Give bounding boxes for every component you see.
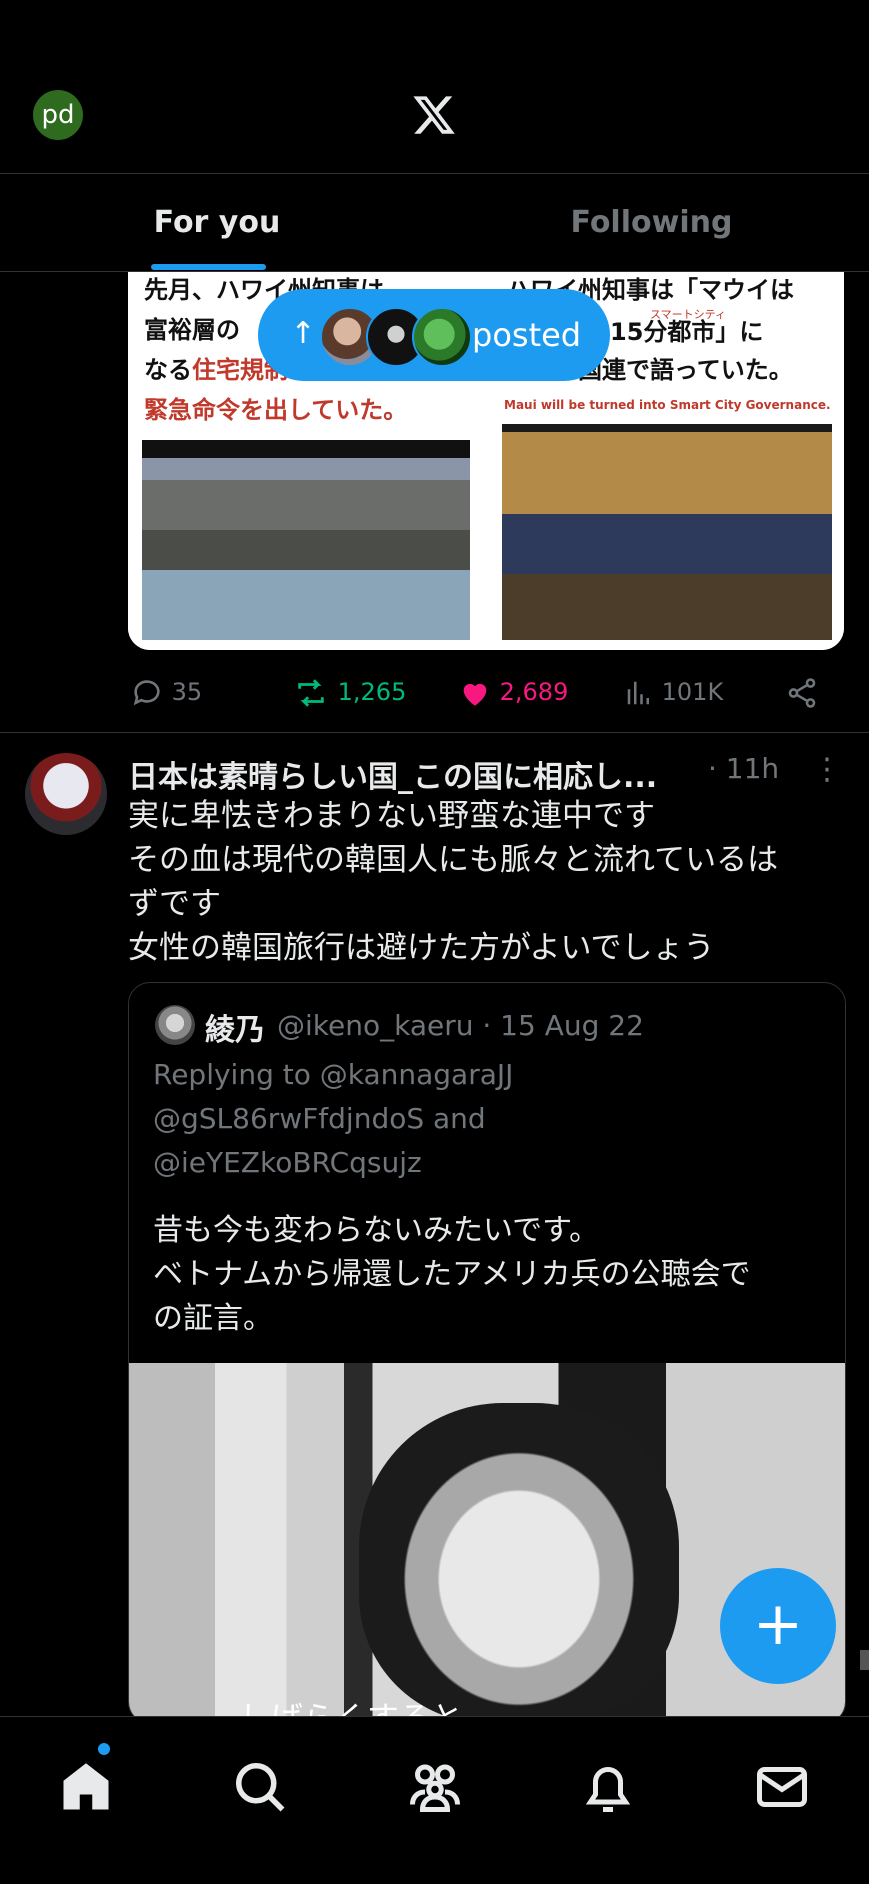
tab-for-you[interactable]: For you bbox=[0, 174, 434, 272]
top-app-bar: pd bbox=[0, 0, 869, 173]
avatar bbox=[412, 307, 472, 367]
image-text: 富裕層の bbox=[144, 316, 240, 344]
share-button[interactable] bbox=[785, 670, 819, 714]
messages-icon[interactable] bbox=[752, 1757, 812, 1817]
tab-following[interactable]: Following bbox=[434, 174, 869, 272]
view-count: 101K bbox=[661, 678, 724, 706]
replying-line: @ieYEZkoBRCqsujz bbox=[153, 1146, 422, 1179]
author-name[interactable]: 日本は素晴らしい国_この国に相応し... bbox=[128, 752, 657, 796]
x-logo-icon bbox=[413, 96, 455, 134]
quoted-tweet-text: 昔も今も変わらないみたいです。 ベトナムから帰還したアメリカ兵の公聴会で の証言… bbox=[153, 1209, 833, 1341]
scroll-handle[interactable] bbox=[860, 1650, 869, 1670]
tweet-line: 実に卑怯きわまりない野蛮な連中です bbox=[128, 798, 655, 834]
like-button[interactable]: 2,689 bbox=[458, 670, 568, 714]
reply-icon bbox=[133, 680, 160, 706]
tweet-text: 実に卑怯きわまりない野蛮な連中です その血は現代の韓国人にも脈々と流れているは … bbox=[128, 794, 838, 970]
replying-line: @gSL86rwFfdjndoS and bbox=[153, 1102, 486, 1135]
share-icon bbox=[788, 678, 816, 708]
search-icon[interactable] bbox=[230, 1757, 290, 1817]
image-text: 緊急命令を出していた。 bbox=[144, 396, 408, 424]
heart-icon bbox=[463, 683, 487, 706]
tweet-line: その血は現代の韓国人にも脈々と流れているは bbox=[128, 842, 779, 878]
quote-line: ベトナムから帰還したアメリカ兵の公聴会で bbox=[153, 1257, 751, 1292]
video-frame bbox=[359, 1403, 679, 1723]
un-meeting-photo bbox=[502, 424, 832, 640]
image-text: 15分都市」に bbox=[610, 318, 764, 346]
quote-line: の証言。 bbox=[153, 1301, 273, 1336]
like-count: 2,689 bbox=[499, 678, 569, 706]
notifications-icon[interactable] bbox=[578, 1757, 638, 1817]
reply-count: 35 bbox=[171, 678, 203, 706]
compose-button[interactable]: + bbox=[720, 1568, 836, 1684]
bottom-nav bbox=[0, 1716, 869, 1884]
repost-button[interactable]: 1,265 bbox=[292, 670, 406, 714]
views-button[interactable]: 101K bbox=[624, 670, 723, 714]
active-tab-indicator bbox=[151, 264, 266, 270]
quoted-author-handle: @ikeno_kaeru · 15 Aug 22 bbox=[277, 1009, 644, 1042]
quoted-author-name: 綾乃 bbox=[205, 1013, 265, 1048]
quoted-video[interactable]: しばらくすると bbox=[129, 1363, 845, 1723]
reply-button[interactable]: 35 bbox=[130, 670, 202, 714]
tweet-line: 女性の韓国旅行は避けた方がよいでしょう bbox=[128, 930, 715, 966]
pill-label: posted bbox=[472, 316, 582, 354]
repost-icon bbox=[298, 679, 324, 707]
quote-line: 昔も今も変わらないみたいです。 bbox=[153, 1213, 600, 1248]
new-posts-pill[interactable]: ↑ posted bbox=[258, 289, 610, 381]
unread-dot bbox=[98, 1743, 110, 1755]
replying-line: Replying to @kannagaraJJ bbox=[153, 1058, 514, 1091]
author-avatar[interactable] bbox=[25, 753, 107, 835]
home-icon[interactable] bbox=[56, 1757, 116, 1817]
timeline-tabs: For you Following bbox=[0, 174, 869, 272]
communities-icon[interactable] bbox=[405, 1757, 465, 1817]
views-icon bbox=[627, 681, 649, 705]
aerial-photo bbox=[142, 440, 470, 640]
tweet-timestamp[interactable]: · 11h bbox=[708, 752, 779, 785]
tweet-line: ずです bbox=[128, 886, 221, 922]
arrow-up-icon: ↑ bbox=[290, 316, 316, 351]
replying-to: Replying to @kannagaraJJ @gSL86rwFfdjndo… bbox=[153, 1053, 813, 1185]
image-caption: Maui will be turned into Smart City Gove… bbox=[504, 398, 831, 412]
divider bbox=[0, 732, 869, 733]
quoted-author-avatar bbox=[155, 1005, 195, 1045]
repost-count: 1,265 bbox=[337, 678, 407, 706]
profile-avatar-button[interactable]: pd bbox=[33, 90, 83, 140]
more-options-icon[interactable]: ⋮ bbox=[812, 752, 842, 787]
